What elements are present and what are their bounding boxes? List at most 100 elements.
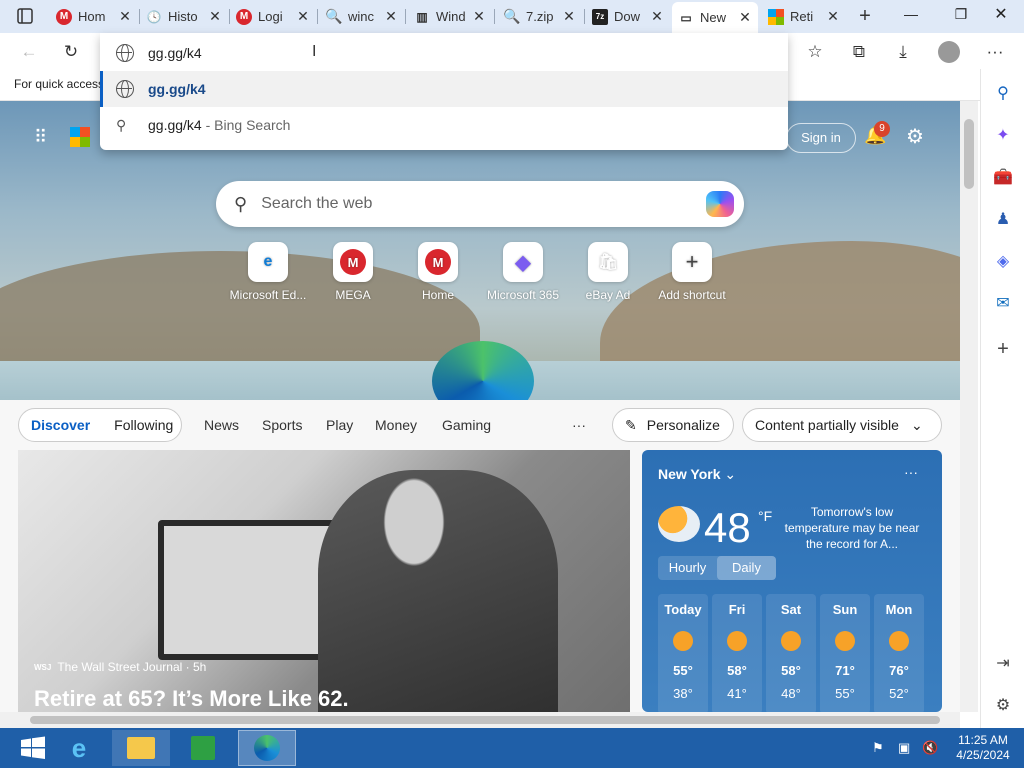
- weather-alert[interactable]: Tomorrow's low temperature may be near t…: [784, 504, 920, 552]
- nav-play[interactable]: Play: [326, 417, 353, 433]
- suggestion-search[interactable]: ⚲ gg.gg/k4 - Bing Search: [100, 107, 788, 143]
- profile-avatar-icon[interactable]: [934, 38, 964, 66]
- close-tab-icon[interactable]: ✕: [650, 8, 664, 25]
- tab-login[interactable]: M Logi ✕: [230, 3, 316, 30]
- add-shortcut[interactable]: + Add shortcut: [652, 242, 732, 302]
- weather-card[interactable]: New York ⌄ ··· 48 °F Tomorrow's low temp…: [642, 450, 942, 712]
- tab-discover[interactable]: Discover: [31, 417, 90, 433]
- weather-more-icon[interactable]: ···: [904, 464, 918, 480]
- tab-following[interactable]: Following: [114, 417, 173, 433]
- copilot-icon[interactable]: [706, 191, 734, 217]
- nav-gaming[interactable]: Gaming: [442, 417, 491, 433]
- volume-muted-icon[interactable]: 🔇: [922, 740, 938, 756]
- tab-home[interactable]: M Hom ✕: [50, 3, 138, 30]
- tab-history[interactable]: 🕓 Histo ✕: [140, 3, 228, 30]
- vertical-scrollbar[interactable]: [960, 101, 978, 712]
- back-arrow-icon[interactable]: ←: [14, 38, 44, 66]
- quick-link-mega[interactable]: M MEGA: [313, 242, 393, 302]
- globe-icon: [116, 44, 134, 62]
- close-window-button[interactable]: ✕: [978, 0, 1024, 28]
- sun-icon: [835, 631, 855, 651]
- close-tab-icon[interactable]: ✕: [208, 8, 222, 25]
- edge-taskbar-icon[interactable]: [238, 730, 296, 766]
- nav-news[interactable]: News: [204, 417, 239, 433]
- tab-search-winc[interactable]: 🔍 winc ✕: [320, 3, 404, 30]
- close-tab-icon[interactable]: ✕: [296, 8, 310, 25]
- weather-city[interactable]: New York ⌄: [658, 466, 736, 483]
- apps-grid-icon[interactable]: ⠿: [34, 127, 48, 148]
- close-tab-icon[interactable]: ✕: [562, 8, 576, 25]
- toggle-hourly[interactable]: Hourly: [658, 556, 717, 580]
- feed-tab-switch: Discover Following: [18, 408, 182, 442]
- edge-icon: e: [248, 242, 288, 282]
- copilot-sparkle-icon[interactable]: ✦: [991, 123, 1015, 147]
- quick-link-home[interactable]: M Home: [398, 242, 478, 302]
- games-icon[interactable]: ♟: [991, 207, 1015, 231]
- quick-link-ebay[interactable]: 🛍 eBay Ad: [568, 242, 648, 302]
- tab-new-tab[interactable]: ▭ New ✕: [672, 2, 758, 33]
- book-icon: ▥: [416, 9, 428, 24]
- outlook-icon[interactable]: ✉: [991, 291, 1015, 315]
- close-tab-icon[interactable]: ✕: [472, 8, 486, 25]
- web-search-box[interactable]: ⚲ Search the web: [216, 181, 744, 227]
- quick-link-m365[interactable]: ◆ Microsoft 365: [483, 242, 563, 302]
- address-bar[interactable]: gg.gg/k4 I: [100, 35, 788, 71]
- collections-icon[interactable]: ⧉: [844, 38, 874, 66]
- horizontal-scrollbar[interactable]: [0, 712, 960, 728]
- mega-icon: M: [56, 8, 72, 25]
- close-tab-icon[interactable]: ✕: [826, 8, 840, 25]
- new-tab-plus-icon[interactable]: +: [850, 2, 880, 30]
- minimize-button[interactable]: —: [888, 0, 934, 28]
- settings-gear-icon[interactable]: ⚙: [991, 693, 1015, 717]
- more-menu-icon[interactable]: ···: [980, 38, 1010, 66]
- quick-link-edge[interactable]: e Microsoft Ed...: [228, 242, 308, 302]
- refresh-icon[interactable]: ↻: [56, 38, 86, 66]
- address-input[interactable]: gg.gg/k4: [148, 45, 202, 61]
- address-bar-dropdown: gg.gg/k4 I gg.gg/k4 ⚲ gg.gg/k4 - Bing Se…: [100, 33, 788, 150]
- scroll-thumb[interactable]: [30, 716, 940, 724]
- more-nav-icon[interactable]: ···: [572, 417, 586, 433]
- add-plus-icon[interactable]: +: [991, 337, 1015, 361]
- settings-gear-icon[interactable]: ⚙: [906, 124, 924, 149]
- internet-explorer-icon[interactable]: e: [50, 730, 108, 766]
- personalize-button[interactable]: ✎ Personalize: [612, 408, 734, 442]
- nav-money[interactable]: Money: [375, 417, 417, 433]
- search-placeholder: Search the web: [261, 195, 373, 212]
- store-icon[interactable]: [174, 730, 232, 766]
- chevron-down-icon: ⌄: [724, 466, 737, 482]
- toggle-daily[interactable]: Daily: [717, 556, 776, 580]
- microsoft-365-icon[interactable]: ◈: [991, 249, 1015, 273]
- tab-actions-icon[interactable]: [10, 2, 40, 30]
- weather-temp: 48: [704, 504, 751, 551]
- microsoft-365-icon: ◆: [503, 242, 543, 282]
- hide-sidebar-icon[interactable]: ⇥: [991, 651, 1015, 675]
- content-visibility-dropdown[interactable]: Content partially visible ⌄: [742, 408, 942, 442]
- microsoft-logo: [70, 127, 90, 147]
- windows-taskbar: e ⚑ ▣ 🔇 11:25 AM 4/25/2024: [0, 728, 1024, 768]
- nav-sports[interactable]: Sports: [262, 417, 302, 433]
- tab-retire[interactable]: Reti ✕: [762, 3, 846, 30]
- download-icon[interactable]: ⤓: [888, 38, 918, 66]
- network-icon[interactable]: ▣: [898, 740, 910, 756]
- close-tab-icon[interactable]: ✕: [118, 8, 132, 25]
- flag-icon[interactable]: ⚑: [872, 740, 884, 756]
- file-explorer-icon[interactable]: [112, 730, 170, 766]
- close-tab-icon[interactable]: ✕: [738, 9, 752, 26]
- close-tab-icon[interactable]: ✕: [384, 8, 398, 25]
- hero-article[interactable]: WSJ The Wall Street Journal · 5h Retire …: [18, 450, 630, 712]
- search-icon[interactable]: ⚲: [991, 81, 1015, 105]
- tab-search-7zip[interactable]: 🔍 7.zip ✕: [498, 3, 582, 30]
- scroll-thumb[interactable]: [964, 119, 974, 189]
- sign-in-button[interactable]: Sign in: [786, 123, 856, 153]
- favorites-star-icon[interactable]: ☆: [800, 38, 830, 66]
- forecast-day: Sun 71° 55°: [820, 594, 870, 712]
- clock[interactable]: 11:25 AM 4/25/2024: [950, 733, 1016, 763]
- shopping-bag-icon: 🛍: [588, 242, 628, 282]
- suggestion-url[interactable]: gg.gg/k4: [100, 71, 788, 107]
- search-icon: ⚲: [234, 193, 248, 214]
- tab-wind[interactable]: ▥ Wind ✕: [408, 3, 492, 30]
- shopping-icon[interactable]: 🧰: [991, 165, 1015, 189]
- article-headline[interactable]: Retire at 65? It’s More Like 62.: [34, 686, 349, 712]
- tab-download[interactable]: 7z Dow ✕: [586, 3, 670, 30]
- text-cursor-icon: I: [312, 43, 317, 60]
